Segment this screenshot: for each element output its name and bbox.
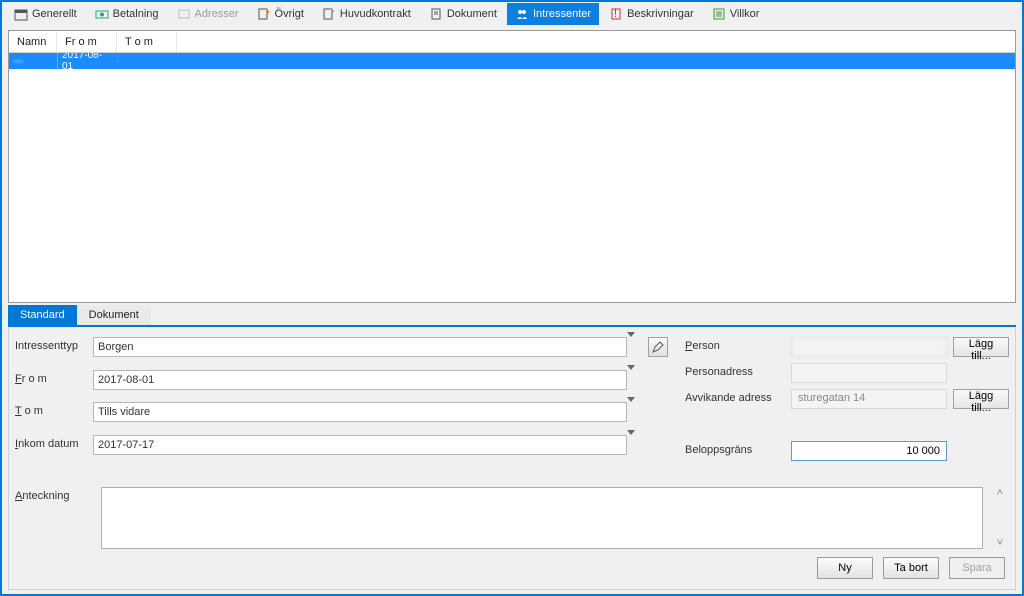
chevron-down-icon [627,430,635,447]
field-intressenttyp [93,337,627,357]
input-anteckning[interactable] [101,487,983,549]
col-namn[interactable]: Namn [9,32,57,52]
input-tom[interactable] [93,402,627,422]
textarea-scroll: ˄ ˅ [991,487,1009,549]
field-personadress [791,363,947,383]
tab-label: Villkor [730,8,760,20]
calendar-icon [14,7,28,21]
add-person-button[interactable]: Lägg till... [953,337,1009,357]
detail-panel: Intressenttyp Fr o m T o m [8,327,1016,590]
add-address-button[interactable]: Lägg till... [953,389,1009,409]
tab-label: Generellt [32,8,77,20]
cell-from: 2017-08-01 [57,53,117,73]
document-icon [429,7,443,21]
subtab-standard[interactable]: Standard [8,305,77,325]
label-beloppsgrans: Beloppsgräns [685,441,785,461]
pencil-icon [652,341,664,353]
list-icon [712,7,726,21]
scroll-up-icon[interactable]: ˄ [997,487,1003,499]
field-inkom [93,435,627,455]
people-icon [515,7,529,21]
subtab-dokument[interactable]: Dokument [77,305,151,325]
address-icon [177,7,191,21]
input-intressenttyp[interactable] [93,337,627,357]
label-avvikande: Avvikande adress [685,389,785,409]
tab-label: Dokument [447,8,497,20]
dropdown-tom[interactable] [627,402,649,429]
tab-betalning[interactable]: Betalning [87,3,167,25]
svg-text:!: ! [614,8,617,20]
notes-row: Anteckning ˄ ˅ [15,487,1009,549]
tab-beskrivningar[interactable]: ! Beskrivningar [601,3,702,25]
field-tom [93,402,627,422]
tab-dokument[interactable]: Dokument [421,3,505,25]
tab-villkor[interactable]: Villkor [704,3,768,25]
edit-intressenttyp-button[interactable] [648,337,668,357]
cell-namn: — [9,55,57,68]
label-inkom: Inkom datum [15,435,93,462]
label-personadress: Personadress [685,363,785,383]
input-beloppsgrans[interactable] [791,441,947,461]
dropdown-intressenttyp[interactable] [627,337,649,364]
detail-tabbar: Standard Dokument [8,305,1016,327]
field-person [791,337,947,357]
contract-icon [322,7,336,21]
table-row[interactable]: — 2017-08-01 [9,53,1015,69]
grid-body[interactable]: — 2017-08-01 [9,53,1015,302]
tab-label: Huvudkontrakt [340,8,411,20]
label-from: Fr o m [15,370,93,397]
new-button[interactable]: Ny [817,557,873,579]
form-left: Intressenttyp Fr o m T o m [15,337,671,461]
input-from[interactable] [93,370,627,390]
tab-label: Intressenter [533,8,591,20]
tab-label: Övrigt [275,8,304,20]
stakeholder-grid: Namn Fr o m T o m — 2017-08-01 [8,30,1016,303]
field-avvikande: sturegatan 14 [791,389,947,409]
dropdown-inkom[interactable] [627,435,649,462]
tab-intressenter[interactable]: Intressenter [507,3,599,25]
label-anteckning: Anteckning [15,487,93,549]
label-intressenttyp: Intressenttyp [15,337,93,364]
label-person: Person [685,337,785,357]
main-tabbar: Generellt Betalning Adresser Övrigt Huvu… [2,2,1022,26]
scroll-down-icon[interactable]: ˅ [997,537,1003,549]
form-right: Person Lägg till... Personadress Avvikan… [671,337,1009,461]
tab-adresser[interactable]: Adresser [169,3,247,25]
grid-header: Namn Fr o m T o m [9,31,1015,53]
window: Generellt Betalning Adresser Övrigt Huvu… [0,0,1024,596]
form-rows: Intressenttyp Fr o m T o m [15,337,1009,461]
tab-label: Betalning [113,8,159,20]
tab-label: Adresser [195,8,239,20]
col-tom[interactable]: T o m [117,32,177,52]
field-from [93,370,627,390]
edit-icon [257,7,271,21]
input-inkom[interactable] [93,435,627,455]
button-bar: Ny Ta bort Spara [15,549,1009,583]
info-icon: ! [609,7,623,21]
label-tom: T o m [15,402,93,429]
col-from[interactable]: Fr o m [57,32,117,52]
tab-generellt[interactable]: Generellt [6,3,85,25]
dropdown-from[interactable] [627,370,649,397]
chevron-down-icon [627,397,635,414]
chevron-down-icon [627,332,635,349]
cash-icon [95,7,109,21]
tab-label: Beskrivningar [627,8,694,20]
save-button[interactable]: Spara [949,557,1005,579]
tab-ovrigt[interactable]: Övrigt [249,3,312,25]
cell-tom [117,60,177,62]
chevron-down-icon [627,365,635,382]
delete-button[interactable]: Ta bort [883,557,939,579]
tab-huvudkontrakt[interactable]: Huvudkontrakt [314,3,419,25]
